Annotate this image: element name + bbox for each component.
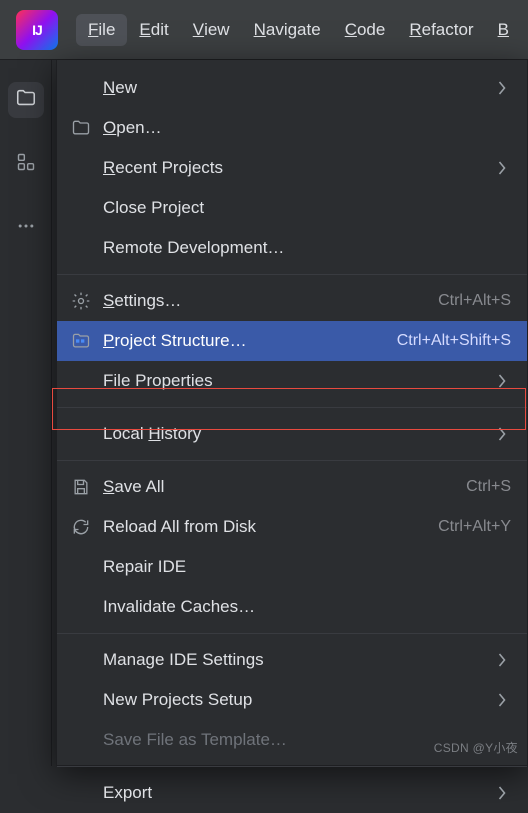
blank-icon [65,688,97,712]
menu-item-manage-ide-settings[interactable]: Manage IDE Settings [57,640,527,680]
menu-item-label: Open… [97,118,511,138]
menu-item-label: Export [97,783,485,803]
menu-item-label: Repair IDE [97,557,511,577]
menu-item-invalidate-caches[interactable]: Invalidate Caches… [57,587,527,627]
menu-item-local-history[interactable]: Local History [57,414,527,454]
menu-separator [57,274,527,275]
menu-item-label: Invalidate Caches… [97,597,511,617]
blank-icon [65,76,97,100]
menu-item-label: Reload All from Disk [97,517,438,537]
menu-item-shortcut: Ctrl+Alt+Y [438,518,511,536]
blank-icon [65,156,97,180]
menu-item-label: Local History [97,424,485,444]
menu-item-open[interactable]: Open… [57,108,527,148]
blank-icon [65,369,97,393]
app-icon [16,10,58,50]
reload-icon [65,515,97,539]
folder-icon [15,87,37,114]
save-icon [65,475,97,499]
menu-item-label: Manage IDE Settings [97,650,485,670]
menu-separator [57,460,527,461]
menu-item-label: New Projects Setup [97,690,485,710]
more-tool[interactable] [8,210,44,246]
menu-refactor[interactable]: Refactor [397,14,485,46]
chevron-right-icon [493,786,511,800]
menu-item-label: Remote Development… [97,238,511,258]
chevron-right-icon [493,81,511,95]
menu-view[interactable]: View [181,14,242,46]
menu-separator [57,633,527,634]
left-toolbar [0,60,52,766]
menu-item-file-properties[interactable]: File Properties [57,361,527,401]
menu-navigate[interactable]: Navigate [242,14,333,46]
menu-item-repair-ide[interactable]: Repair IDE [57,547,527,587]
structure-icon [16,152,36,177]
chevron-right-icon [493,427,511,441]
menu-item-shortcut: Ctrl+Alt+Shift+S [397,332,511,350]
menu-item-project-structure[interactable]: Project Structure…Ctrl+Alt+Shift+S [57,321,527,361]
menu-b[interactable]: B [486,14,521,46]
blank-icon [65,555,97,579]
chevron-right-icon [493,161,511,175]
chevron-right-icon [493,653,511,667]
project-structure-icon [65,329,97,353]
menu-item-settings[interactable]: Settings…Ctrl+Alt+S [57,281,527,321]
menu-item-label: Save All [97,477,466,497]
menu-item-new-projects-setup[interactable]: New Projects Setup [57,680,527,720]
blank-icon [65,236,97,260]
blank-icon [65,196,97,220]
menu-item-label: Recent Projects [97,158,485,178]
project-tool[interactable] [8,82,44,118]
menu-item-label: New [97,78,485,98]
menu-edit[interactable]: Edit [127,14,180,46]
menu-item-reload-all-from-disk[interactable]: Reload All from DiskCtrl+Alt+Y [57,507,527,547]
menu-item-close-project[interactable]: Close Project [57,188,527,228]
menu-item-export[interactable]: Export [57,773,527,813]
gear-icon [65,289,97,313]
menu-item-label: Close Project [97,198,511,218]
menu-code[interactable]: Code [333,14,398,46]
menu-item-label: File Properties [97,371,485,391]
structure-tool[interactable] [8,146,44,182]
menu-item-remote-development[interactable]: Remote Development… [57,228,527,268]
menu-item-save-all[interactable]: Save AllCtrl+S [57,467,527,507]
blank-icon [65,648,97,672]
menubar: FileEditViewNavigateCodeRefactorB [76,0,521,59]
menu-separator [57,766,527,767]
chevron-right-icon [493,693,511,707]
menu-item-label: Settings… [97,291,438,311]
menu-item-label: Project Structure… [97,331,397,351]
more-icon [16,216,36,241]
menu-item-recent-projects[interactable]: Recent Projects [57,148,527,188]
menu-item-shortcut: Ctrl+S [466,478,511,496]
menu-item-new[interactable]: New [57,68,527,108]
menu-separator [57,407,527,408]
blank-icon [65,781,97,805]
menu-item-shortcut: Ctrl+Alt+S [438,292,511,310]
blank-icon [65,595,97,619]
titlebar: FileEditViewNavigateCodeRefactorB [0,0,528,60]
file-menu-dropdown: New Open… Recent Projects Close Project Remo… [56,60,528,766]
menu-file[interactable]: File [76,14,127,46]
watermark: CSDN @Y小夜 [434,739,518,756]
blank-icon [65,728,97,752]
blank-icon [65,422,97,446]
folder-icon [65,116,97,140]
chevron-right-icon [493,374,511,388]
